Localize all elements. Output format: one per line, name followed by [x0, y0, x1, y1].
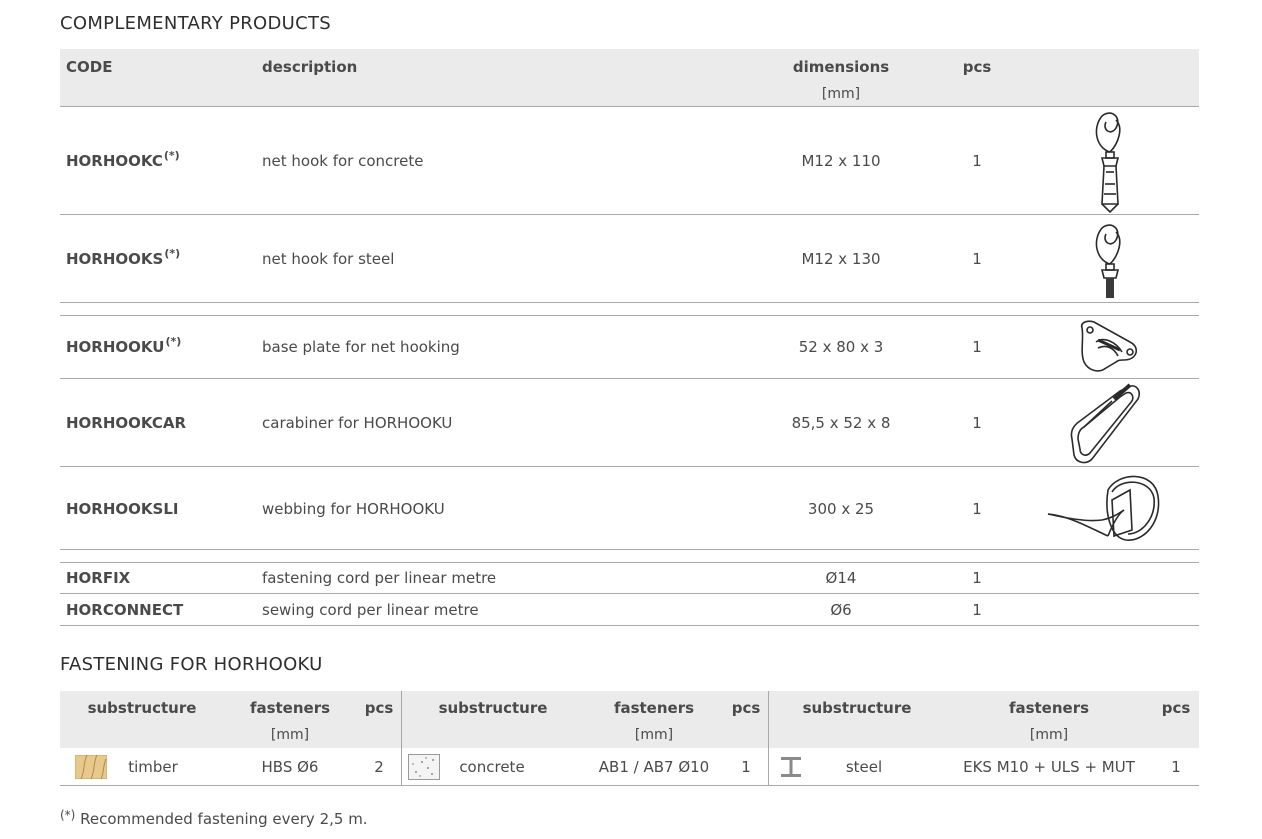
- row-description: net hook for concrete: [262, 152, 424, 170]
- row-divider: [60, 302, 1199, 303]
- row-pcs: 1: [972, 601, 982, 619]
- row-code: HORHOOKSLI: [66, 500, 179, 518]
- row-divider: [60, 466, 1199, 467]
- net-hook-concrete-icon: [1095, 112, 1121, 214]
- fasteners-value: EKS M10 + ULS + MUT: [963, 758, 1135, 776]
- row-code: HORCONNECT: [66, 601, 184, 619]
- pcs-value: 1: [1171, 758, 1181, 776]
- row-pcs: 1: [972, 338, 982, 356]
- pcs-value: 2: [374, 758, 384, 776]
- row-divider: [60, 549, 1199, 550]
- header-substructure: substructure: [802, 699, 912, 717]
- header-pcs: pcs: [731, 699, 761, 717]
- header-dimensions: dimensions: [792, 58, 890, 76]
- timber-icon: [75, 755, 107, 779]
- row-description: fastening cord per linear metre: [262, 569, 497, 587]
- row-description: net hook for steel: [262, 250, 395, 268]
- row-divider: [60, 378, 1199, 379]
- row-divider: [60, 593, 1199, 594]
- header-pcs: pcs: [962, 58, 992, 76]
- row-divider: [60, 106, 1199, 107]
- section-title-fastening: FASTENING FOR HORHOOKU: [60, 654, 323, 675]
- carabiner-icon: [1070, 383, 1141, 464]
- base-plate-icon: [1080, 320, 1138, 372]
- row-code: HORFIX: [66, 569, 131, 587]
- header-dimensions-unit: [mm]: [821, 86, 861, 102]
- row-pcs: 1: [972, 500, 982, 518]
- header-fasteners-unit: [mm]: [270, 727, 310, 743]
- header-fasteners: fasteners: [613, 699, 695, 717]
- substructure-value: steel: [845, 758, 883, 776]
- header-fasteners: fasteners: [249, 699, 331, 717]
- row-dimensions: 85,5 x 52 x 8: [791, 414, 891, 432]
- row-code: HORHOOKS(*): [66, 247, 181, 268]
- row-code: HORHOOKC(*): [66, 149, 180, 170]
- row-description: base plate for net hooking: [262, 338, 460, 356]
- row-pcs: 1: [972, 569, 982, 587]
- row-code: HORHOOKU(*): [66, 335, 182, 356]
- header-pcs: pcs: [1161, 699, 1191, 717]
- group-separator: [401, 691, 402, 786]
- net-hook-steel-icon: [1095, 224, 1121, 298]
- section-title-complementary-products: COMPLEMENTARY PRODUCTS: [60, 13, 332, 34]
- row-pcs: 1: [972, 414, 982, 432]
- header-fasteners-unit: [mm]: [634, 727, 674, 743]
- header-substructure: substructure: [87, 699, 197, 717]
- row-dimensions: 300 x 25: [807, 500, 875, 518]
- header-fasteners: fasteners: [1008, 699, 1090, 717]
- row-dimensions: M12 x 130: [801, 250, 881, 268]
- row-divider: [60, 315, 1199, 316]
- substructure-value: timber: [128, 758, 178, 776]
- header-substructure: substructure: [438, 699, 548, 717]
- row-dimensions: 52 x 80 x 3: [798, 338, 884, 356]
- fasteners-value: AB1 / AB7 Ø10: [598, 758, 710, 776]
- header-description: description: [262, 58, 358, 76]
- row-pcs: 1: [972, 250, 982, 268]
- substructure-value: concrete: [459, 758, 525, 776]
- row-description: carabiner for HORHOOKU: [262, 414, 453, 432]
- row-dimensions: Ø6: [830, 601, 852, 619]
- row-divider: [60, 214, 1199, 215]
- row-dimensions: Ø14: [825, 569, 857, 587]
- header-pcs: pcs: [364, 699, 394, 717]
- pcs-value: 1: [741, 758, 751, 776]
- concrete-icon: [408, 754, 440, 780]
- fasteners-value: HBS Ø6: [261, 758, 319, 776]
- row-divider: [60, 785, 1199, 786]
- row-description: webbing for HORHOOKU: [262, 500, 445, 518]
- group-separator: [768, 691, 769, 786]
- header-fasteners-unit: [mm]: [1029, 727, 1069, 743]
- row-divider: [60, 625, 1199, 626]
- header-code: CODE: [66, 58, 113, 76]
- webbing-icon: [1047, 475, 1160, 541]
- row-description: sewing cord per linear metre: [262, 601, 479, 619]
- row-pcs: 1: [972, 152, 982, 170]
- row-divider: [60, 562, 1199, 563]
- table-header: [60, 49, 1199, 106]
- row-dimensions: M12 x 110: [801, 152, 881, 170]
- steel-beam-icon: [781, 757, 801, 777]
- row-code: HORHOOKCAR: [66, 414, 187, 432]
- footnote: (*) Recommended fastening every 2,5 m.: [60, 808, 368, 828]
